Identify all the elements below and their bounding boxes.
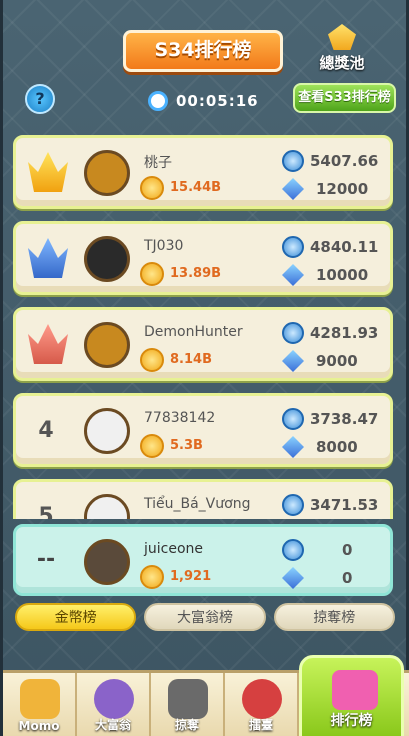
gem-icon: [282, 350, 304, 372]
player-name: DemonHunter: [144, 324, 243, 340]
gem-reward: 8000: [316, 438, 358, 456]
gold-amount: 5.3B: [170, 438, 203, 453]
prize-pool[interactable]: 總獎池: [312, 24, 372, 73]
chick-icon: [20, 679, 60, 719]
avatar: [84, 150, 130, 196]
leaderboard-row[interactable]: 4 77838142 5.3B 3738.47 8000: [13, 393, 393, 467]
countdown-timer: 00:05:16: [148, 90, 259, 112]
help-button[interactable]: ?: [25, 84, 55, 114]
view-previous-season-button[interactable]: 查看S33排行榜: [293, 83, 396, 113]
gold-amount: 13.89B: [170, 266, 222, 281]
tab-gold-ranking[interactable]: 金幣榜: [15, 603, 137, 631]
gold-crown-icon: [28, 152, 68, 192]
score-value: 4840.11: [310, 238, 379, 256]
rank-number: 4: [38, 418, 54, 443]
avatar: [84, 539, 130, 585]
player-name: 77838142: [144, 410, 216, 426]
avatar: [84, 408, 130, 454]
coin-icon: [140, 348, 164, 372]
podium-icon: [332, 670, 378, 710]
score-orb-icon: [282, 539, 304, 561]
coin-icon: [140, 565, 164, 589]
gem-reward: 0: [342, 569, 353, 587]
leaderboard-row[interactable]: TJ030 13.89B 4840.11 10000: [13, 221, 393, 295]
stopwatch-icon: [148, 91, 168, 111]
nav-label: 擂臺: [248, 718, 273, 732]
game-screen: S34排行榜 總獎池 ? 00:05:16 查看S33排行榜 桃子 15.44B…: [0, 0, 409, 736]
gem-reward: 10000: [316, 266, 369, 284]
tab-plunder-ranking[interactable]: 掠奪榜: [273, 603, 395, 631]
gem-reward: 9000: [316, 352, 358, 370]
score-orb-icon: [282, 322, 304, 344]
nav-momo[interactable]: Momo: [3, 673, 77, 736]
crossed-swords-icon: [168, 679, 208, 719]
score-orb-icon: [282, 236, 304, 258]
player-name: TJ030: [144, 238, 184, 254]
silver-crown-icon: [28, 238, 68, 278]
boxing-gloves-icon: [242, 679, 282, 719]
rank-number: 5: [38, 504, 54, 519]
nav-plunder[interactable]: 掠奪: [151, 673, 225, 736]
rank-number: --: [36, 547, 56, 572]
score-value: 0: [342, 541, 353, 559]
avatar: [84, 236, 130, 282]
gem-icon: [282, 264, 304, 286]
own-rank-row[interactable]: -- juiceone 1,921 0 0: [13, 524, 393, 596]
leaderboard-row[interactable]: 桃子 15.44B 5407.66 12000: [13, 135, 393, 209]
score-orb-icon: [282, 494, 304, 516]
player-name: juiceone: [144, 541, 204, 557]
nav-label: 大富翁: [94, 718, 131, 732]
score-orb-icon: [282, 150, 304, 172]
nav-label: 掠奪: [174, 718, 199, 732]
leaderboard-tabs: 金幣榜 大富翁榜 掠奪榜: [15, 603, 395, 633]
gem-icon: [282, 436, 304, 458]
nav-arena[interactable]: 擂臺: [225, 673, 299, 736]
gem-icon: [282, 567, 304, 589]
player-name: 桃子: [144, 155, 172, 171]
score-orb-icon: [282, 408, 304, 430]
gold-amount: 8.14B: [170, 352, 212, 367]
nav-leaderboard[interactable]: 排行榜: [299, 655, 404, 736]
score-value: 3471.53: [310, 496, 379, 514]
leaderboard-row[interactable]: 5 Tiểu_Bá_Vương 3471.53: [13, 479, 393, 519]
bronze-crown-icon: [28, 324, 68, 364]
avatar: [84, 322, 130, 368]
score-value: 5407.66: [310, 152, 379, 170]
leaderboard-list[interactable]: 桃子 15.44B 5407.66 12000 TJ030 13.89B 484…: [13, 135, 393, 519]
avatar: [84, 494, 130, 519]
coin-icon: [140, 176, 164, 200]
nav-monopoly[interactable]: 大富翁: [77, 673, 151, 736]
crystal-icon: [328, 24, 356, 50]
page-title: S34排行榜: [123, 30, 283, 72]
prize-pool-label: 總獎池: [319, 54, 365, 72]
nav-label: Momo: [18, 719, 60, 733]
timer-text: 00:05:16: [176, 92, 259, 110]
player-name: Tiểu_Bá_Vương: [144, 496, 251, 512]
nav-label: 排行榜: [330, 713, 373, 729]
coin-icon: [140, 262, 164, 286]
tab-monopoly-ranking[interactable]: 大富翁榜: [144, 603, 266, 631]
monopoly-icon: [94, 679, 134, 719]
score-value: 4281.93: [310, 324, 379, 342]
gold-amount: 1,921: [170, 569, 212, 584]
gem-icon: [282, 178, 304, 200]
bottom-nav: Momo 大富翁 掠奪 擂臺 排行榜: [3, 655, 409, 736]
score-value: 3738.47: [310, 410, 379, 428]
gem-reward: 12000: [316, 180, 369, 198]
gold-amount: 15.44B: [170, 180, 222, 195]
coin-icon: [140, 434, 164, 458]
leaderboard-row[interactable]: DemonHunter 8.14B 4281.93 9000: [13, 307, 393, 381]
